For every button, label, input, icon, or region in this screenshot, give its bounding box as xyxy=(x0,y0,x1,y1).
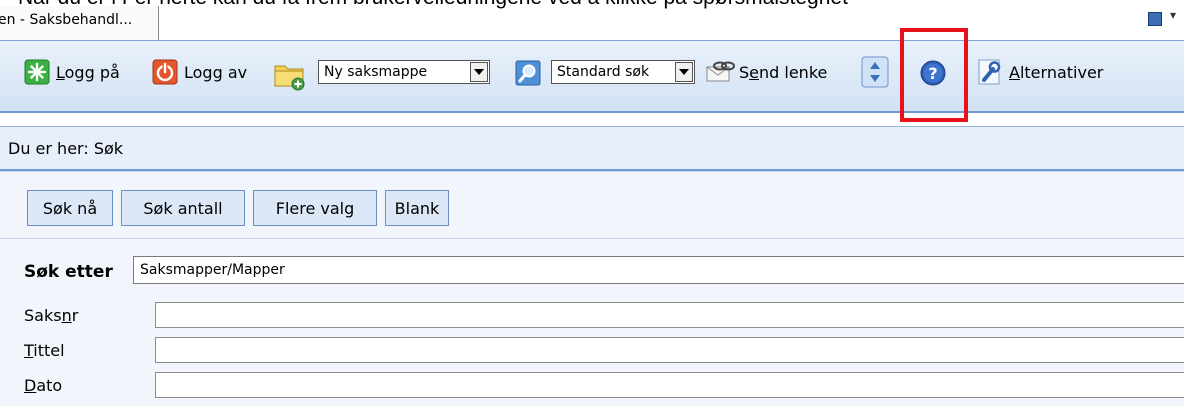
search-panel: Søk nå Søk antall Flere valg Blank Søk e… xyxy=(0,171,1184,406)
send-link-label: Send lenke xyxy=(739,62,828,82)
case-number-field[interactable] xyxy=(155,302,1184,328)
search-for-value: Saksmapper/Mapper xyxy=(140,262,285,278)
search-type-select[interactable]: Standard søk xyxy=(551,60,695,84)
toolbar: Logg på Logg av Ny saksmappe Standard sø… xyxy=(0,40,1184,113)
search-type-select-value: Standard søk xyxy=(557,64,650,80)
logout-button[interactable]: Logg av xyxy=(150,57,247,87)
breadcrumb-text: Du er her: Søk xyxy=(8,138,124,158)
chevron-down-icon[interactable]: ▾ xyxy=(1170,8,1176,22)
login-icon xyxy=(22,57,52,87)
chevron-down-icon[interactable] xyxy=(470,62,488,82)
help-highlight-box xyxy=(900,28,968,122)
new-folder-select-value: Ny saksmappe xyxy=(324,64,428,80)
logout-label: Logg av xyxy=(184,62,248,82)
search-icon[interactable] xyxy=(513,58,543,88)
logout-icon xyxy=(150,57,180,87)
title-field[interactable] xyxy=(155,337,1184,363)
options-label: Alternativer xyxy=(1009,62,1104,82)
breadcrumb: Du er her: Søk xyxy=(0,126,1184,171)
send-link-button[interactable]: Send lenke xyxy=(705,57,827,87)
more-options-button[interactable]: Flere valg xyxy=(253,190,377,226)
chevron-down-icon[interactable] xyxy=(675,62,693,82)
search-count-button[interactable]: Søk antall xyxy=(121,190,245,226)
login-button[interactable]: Logg på xyxy=(22,57,120,87)
options-button[interactable]: Alternativer xyxy=(975,57,1103,87)
date-field[interactable] xyxy=(155,372,1184,398)
window-controls: ▾ xyxy=(1144,8,1184,32)
window-menu-icon[interactable] xyxy=(1148,12,1162,26)
send-link-icon xyxy=(705,57,735,87)
login-label: Logg på xyxy=(56,62,120,82)
scroll-updown-icon[interactable] xyxy=(860,56,890,88)
search-for-label: Søk etter xyxy=(24,262,113,282)
blank-button[interactable]: Blank xyxy=(385,190,449,226)
top-strip: Når du er i Fer herte kan du få frem bru… xyxy=(0,0,1184,40)
new-folder-select[interactable]: Ny saksmappe xyxy=(318,60,490,84)
window-tab-title: en - Saksbehandl... xyxy=(0,12,133,28)
case-number-label: Saksnr xyxy=(24,306,79,325)
search-now-button[interactable]: Søk nå xyxy=(27,190,113,226)
options-wrench-icon xyxy=(975,57,1005,87)
divider xyxy=(0,238,1184,239)
window-tab[interactable]: en - Saksbehandl... xyxy=(0,6,159,40)
new-folder-icon[interactable] xyxy=(272,57,308,93)
title-label: Tittel xyxy=(24,341,65,360)
search-for-select[interactable]: Saksmapper/Mapper xyxy=(133,256,1184,284)
date-label: Dato xyxy=(24,376,63,395)
